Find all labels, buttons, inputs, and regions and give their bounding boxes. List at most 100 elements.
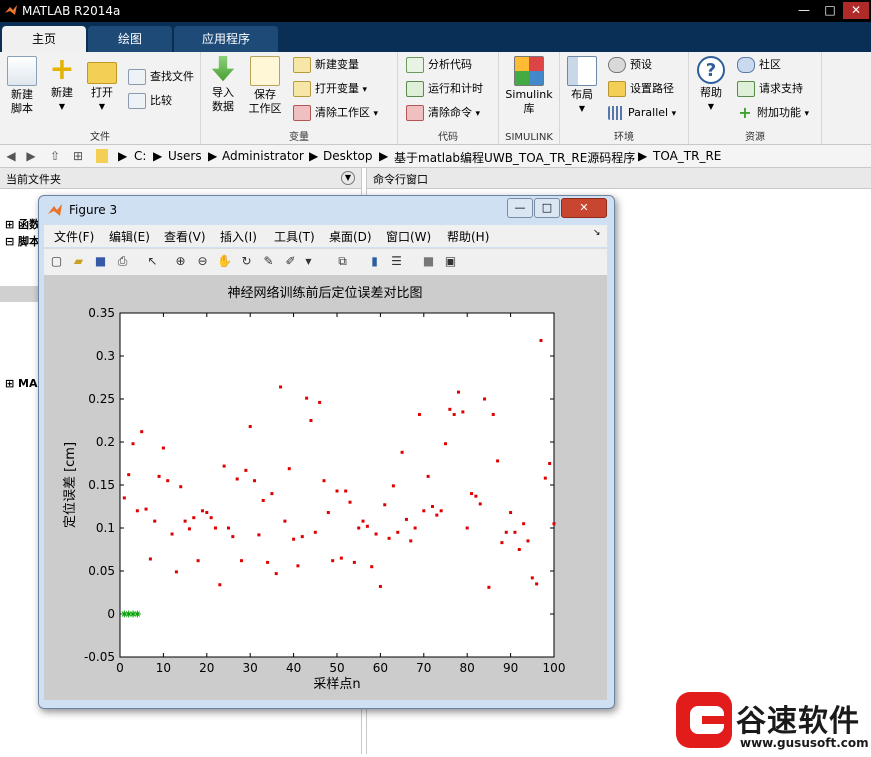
data-point — [174, 570, 178, 574]
breadcrumb-item[interactable]: TOA_TR_RE — [653, 149, 721, 163]
rotate-3d-icon[interactable]: ↻ — [238, 253, 255, 270]
data-point — [335, 489, 339, 493]
up-folder-icon[interactable]: ⇧ — [47, 148, 63, 164]
selected-row[interactable] — [0, 286, 40, 302]
run-and-time-label: 运行和计时 — [428, 82, 483, 95]
simulink-library-label: Simulink 库 — [505, 88, 553, 115]
open-label: 打开 — [91, 86, 113, 99]
save-icon[interactable]: ■ — [92, 253, 109, 270]
menu-file[interactable]: 文件(F) — [54, 228, 94, 245]
open-file-icon[interactable]: ▰ — [70, 253, 87, 270]
show-plot-tools-icon[interactable]: ▣ — [442, 253, 459, 270]
new-button[interactable]: + 新建 ▼ — [42, 55, 82, 114]
zoom-out-icon[interactable]: ⊖ — [194, 253, 211, 270]
series-green-points — [120, 610, 141, 618]
data-point — [370, 565, 374, 569]
menu-help[interactable]: 帮助(H) — [447, 228, 489, 245]
new-script-button[interactable]: 新建 脚本 — [2, 56, 42, 116]
menu-desktop[interactable]: 桌面(D) — [329, 228, 372, 245]
data-point — [192, 516, 196, 520]
compare-button[interactable]: 比较 — [128, 92, 172, 110]
help-button[interactable]: ? 帮助 ▼ — [691, 56, 731, 114]
add-ons-button[interactable]: + 附加功能 — [737, 104, 809, 122]
layout-label: 布局 — [571, 88, 593, 101]
figure-minimize-button[interactable]: — — [507, 198, 533, 218]
clear-commands-button[interactable]: 清除命令 — [406, 104, 480, 122]
data-point — [170, 532, 174, 536]
data-point — [153, 519, 157, 523]
tab-plots[interactable]: 绘图 — [88, 26, 172, 52]
colorbar-icon[interactable]: ▮ — [366, 253, 383, 270]
y-tick-label: 0.25 — [88, 392, 115, 406]
open-button[interactable]: 打开 ▼ — [82, 56, 122, 114]
menu-edit[interactable]: 编辑(E) — [109, 228, 150, 245]
legend-icon[interactable]: ☰ — [388, 253, 405, 270]
find-files-button[interactable]: 查找文件 — [128, 68, 194, 86]
breadcrumb-item[interactable]: Administrator — [222, 149, 304, 163]
clear-workspace-button[interactable]: 清除工作区 — [293, 104, 378, 122]
save-workspace-button[interactable]: 保存 工作区 — [245, 56, 285, 116]
x-tick-label: 20 — [199, 661, 214, 675]
parallel-button[interactable]: Parallel — [608, 104, 676, 122]
chevron-down-icon[interactable]: ▼ — [300, 253, 317, 270]
forward-arrow-icon[interactable]: ▶ — [23, 148, 39, 164]
zoom-in-icon[interactable]: ⊕ — [172, 253, 189, 270]
data-point — [283, 519, 287, 523]
simulink-library-button[interactable]: Simulink 库 — [503, 56, 555, 116]
x-tick-label: 30 — [243, 661, 258, 675]
dock-arrow-icon[interactable]: ↘ — [593, 228, 601, 238]
menu-insert[interactable]: 插入(I) — [220, 228, 257, 245]
group-label-code: 代码 — [438, 132, 458, 143]
analyze-code-button[interactable]: 分析代码 — [406, 56, 472, 74]
new-script-label: 新建 脚本 — [11, 88, 33, 115]
menu-tools[interactable]: 工具(T) — [274, 228, 315, 245]
open-variable-button[interactable]: 打开变量 — [293, 80, 367, 98]
breadcrumb-item[interactable]: Desktop — [323, 149, 373, 163]
ribbon: 新建 脚本 + 新建 ▼ 打开 ▼ 查找文件 比较 文件 导入 数据 保存 工作… — [0, 52, 871, 145]
pan-hand-icon[interactable]: ✋ — [216, 253, 233, 270]
data-point — [248, 425, 252, 429]
breadcrumb-item[interactable]: 基于matlab编程UWB_TOA_TR_RE源码程序 — [394, 149, 635, 166]
link-plot-icon[interactable]: ⧉ — [334, 253, 351, 270]
set-path-button[interactable]: 设置路径 — [608, 80, 674, 98]
layout-button[interactable]: 布局 ▼ — [562, 56, 602, 116]
breadcrumb-item[interactable]: C: — [134, 149, 146, 163]
x-tick-label: 100 — [543, 661, 566, 675]
community-button[interactable]: 社区 — [737, 56, 781, 74]
data-cursor-icon[interactable]: ✎ — [260, 253, 277, 270]
panel-menu-icon[interactable]: ▼ — [341, 171, 355, 185]
run-and-time-button[interactable]: 运行和计时 — [406, 80, 483, 98]
tab-home[interactable]: 主页 — [2, 26, 86, 52]
tab-apps[interactable]: 应用程序 — [174, 26, 278, 52]
hide-plot-tools-icon[interactable]: ■ — [420, 253, 437, 270]
brush-icon[interactable]: ✐ — [282, 253, 299, 270]
print-icon[interactable]: ⎙ — [114, 253, 131, 270]
browse-folder-icon[interactable]: ⊞ — [70, 148, 86, 164]
new-variable-button[interactable]: 新建变量 — [293, 56, 359, 74]
open-variable-label: 打开变量 — [315, 82, 359, 95]
maximize-button[interactable]: □ — [817, 2, 843, 19]
data-point — [509, 511, 513, 515]
matlab-logo-icon — [48, 204, 62, 216]
tree-item[interactable]: ⊞ MA — [5, 377, 38, 390]
back-arrow-icon[interactable]: ◀ — [3, 148, 19, 164]
close-button[interactable]: ✕ — [843, 2, 869, 19]
figure-close-button[interactable]: ✕ — [561, 198, 607, 218]
data-point — [222, 464, 226, 468]
new-figure-icon[interactable]: ▢ — [48, 253, 65, 270]
data-point — [244, 468, 248, 472]
import-data-icon — [211, 56, 235, 82]
menu-window[interactable]: 窗口(W) — [386, 228, 431, 245]
tree-item[interactable]: ⊞ 函数 — [5, 216, 40, 232]
menu-view[interactable]: 查看(V) — [164, 228, 206, 245]
request-support-button[interactable]: 请求支持 — [737, 80, 803, 98]
tree-item[interactable]: ⊟ 脚本 — [5, 233, 40, 249]
breadcrumb-item[interactable]: Users — [168, 149, 202, 163]
select-arrow-icon[interactable]: ↖ — [144, 253, 161, 270]
preferences-button[interactable]: 预设 — [608, 56, 652, 74]
parallel-icon — [608, 106, 624, 120]
import-data-button[interactable]: 导入 数据 — [203, 56, 243, 114]
figure-maximize-button[interactable]: □ — [534, 198, 560, 218]
ribbon-group-resources: ? 帮助 ▼ 社区 请求支持 + 附加功能 资源 — [689, 52, 822, 144]
minimize-button[interactable]: — — [791, 2, 817, 19]
